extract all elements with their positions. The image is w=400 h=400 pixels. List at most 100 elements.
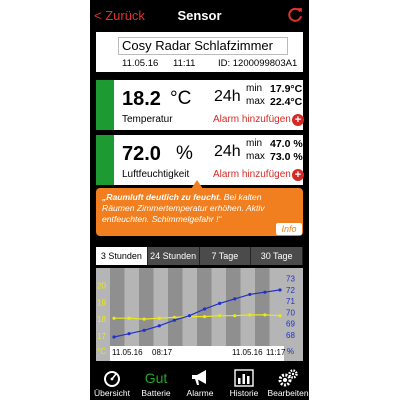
chart-stripe [139,268,154,346]
last-update-date: 11.05.16 [122,58,159,69]
temperature-status-bar [96,80,114,130]
page-title: Sensor [177,8,222,23]
bottom-tab-bar: Übersicht Gut Batterie Alarme Historie B… [90,366,309,400]
chart-x-start-date: 11.05.16 [112,348,143,357]
chart-right-tick-label: 69 [286,320,295,329]
chart-point-left [248,313,252,317]
battery-status: Gut [144,370,168,386]
temperature-max: 22.4°C [270,96,303,108]
nav-bar: < Zurück Sensor [90,0,309,32]
app-screen: < Zurück Sensor Cosy Radar Schlafzimmer … [90,0,309,400]
humidity-unit: % [176,143,193,164]
tabbar-item-edit[interactable]: Bearbeiten [266,366,309,400]
tabbar-item-overview[interactable]: Übersicht [90,366,134,400]
chart-point-right [142,328,146,332]
humidity-add-alarm-link[interactable]: Alarm hinzufügen [213,169,291,180]
chart-point-right [202,307,207,311]
chart-right-tick-label: 70 [286,308,295,317]
chart-point-right [157,324,161,328]
temperature-label: Temperatur [122,114,173,125]
humidity-period: 24h [214,143,241,160]
chart-point-right [218,301,222,305]
humidity-status-bar [96,135,114,185]
chart-point-left [218,314,222,318]
chart-point-right [112,335,116,339]
temperature-add-alarm-icon[interactable]: + [292,114,304,126]
refresh-icon[interactable] [287,6,304,23]
advice-bubble: „Raumluft deutlich zu feucht. Bei kalten… [96,188,303,236]
humidity-max: 73.0 % [270,151,303,163]
gears-icon [278,369,298,387]
last-update-time: 11:11 [173,58,196,69]
temperature-min: 17.9°C [270,83,303,95]
temperature-card: 18.2 °C Temperatur 24h min 17.9°C max 22… [96,80,304,130]
temperature-max-label: max [246,96,265,107]
temperature-add-alarm-link[interactable]: Alarm hinzufügen [213,114,291,125]
chart-left-tick-label: 18 [97,315,106,324]
tabbar-item-battery[interactable]: Gut Batterie [134,366,178,400]
temperature-period: 24h [214,88,241,105]
tab-7-days[interactable]: 7 Tage [199,247,252,265]
chart-point-left [202,314,207,319]
humidity-card: 72.0 % Luftfeuchtigkeit 24h min 47.0 % m… [96,135,304,185]
chart-point-right [248,292,252,297]
sensor-name-field[interactable]: Cosy Radar Schlafzimmer [118,37,288,55]
chart-stripe [168,268,183,346]
chart-point-right [278,288,282,292]
sensor-header: Cosy Radar Schlafzimmer 11.05.16 11:11 I… [96,32,303,72]
chart-left-tick-label: 20 [97,281,106,290]
info-button[interactable]: Info [276,223,302,235]
chart-right-tick-label: 73 [286,275,295,284]
humidity-min-label: min [246,138,263,149]
history-chart: 20 19 18 17 73 72 71 70 69 68 °C% 11.05.16 08:17 11.0… [96,268,303,361]
humidity-max-label: max [246,151,265,162]
chart-right-unit: % [287,347,294,356]
chart-point-right [127,332,131,336]
humidity-add-alarm-icon[interactable]: + [292,169,304,181]
tabbar-label-overview: Übersicht [94,388,130,398]
chart-point-right [172,318,176,322]
bar-chart-icon [234,369,254,387]
range-tabs: 3 Stunden 24 Stunden 7 Tage 30 Tage [96,247,303,265]
tabbar-item-history[interactable]: Historie [222,366,266,400]
chart-point-right [233,297,237,301]
chart-point-right [187,314,192,318]
chart-left-tick-label: 17 [97,332,106,341]
advice-text: „Raumluft deutlich zu feucht. Bei kalten… [102,192,280,225]
chart-point-left [233,314,237,318]
chart-stripe [110,268,125,346]
gauge-icon [104,371,120,387]
advice-headline: „Raumluft deutlich zu feucht. [102,192,222,202]
tabbar-label-alarms: Alarme [186,388,214,398]
humidity-label: Luftfeuchtigkeit [122,169,190,180]
sensor-id: ID: 1200099803A1 [218,58,298,69]
chart-left-tick-label: 19 [97,298,106,307]
chart-point-left [142,317,146,321]
chart-right-tick-label: 72 [286,286,295,295]
chart-point-left [278,314,282,318]
chart-stripe [255,268,270,346]
tabbar-item-alarms[interactable]: Alarme [178,366,222,400]
tabbar-label-battery: Batterie [141,388,171,398]
chart-point-left [263,313,267,317]
tabbar-label-edit: Bearbeiten [267,388,309,398]
temperature-min-label: min [246,83,263,94]
temperature-value: 18.2 [122,88,161,110]
chart-x-end-date: 11.05.16 [232,348,263,357]
humidity-value: 72.0 [122,143,161,165]
chart-left-unit: °C [97,347,106,356]
tabbar-label-history: Historie [229,388,259,398]
chart-point-left [127,316,131,320]
chart-x-start-time: 08:17 [152,348,173,357]
tab-30-days[interactable]: 30 Tage [251,247,303,265]
tab-3-hours[interactable]: 3 Stunden [96,247,148,265]
chart-point-left [112,316,116,320]
chart-stripe [226,268,241,346]
chart-right-tick-label: 71 [286,297,295,306]
tab-24-hours[interactable]: 24 Stunden [147,247,200,265]
megaphone-icon [192,370,206,385]
chart-point-left [172,315,176,320]
chart-point-left [157,316,161,320]
history-chart-canvas: 20 19 18 17 73 72 71 70 69 68 °C % 11.05.16 08:17 11.0… [96,268,303,361]
chart-x-end-time: 11:17 [266,348,286,357]
